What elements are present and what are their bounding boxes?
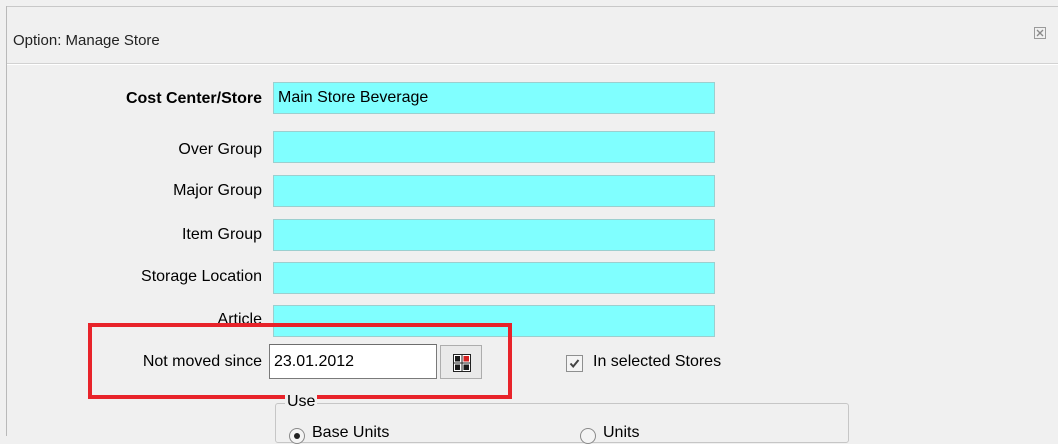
title-separator-highlight <box>7 64 1058 65</box>
units-radio[interactable] <box>580 428 596 444</box>
storage-location-label: Storage Location <box>141 268 262 285</box>
in-selected-stores-label[interactable]: In selected Stores <box>593 353 721 371</box>
storage-location-field[interactable] <box>273 262 715 294</box>
item-group-label: Item Group <box>181 226 262 243</box>
checkmark-icon <box>569 359 580 369</box>
dialog-title: Option: Manage Store <box>13 32 160 49</box>
radio-selected-dot <box>294 433 300 439</box>
cost-center-field[interactable]: Main Store Beverage <box>273 82 715 114</box>
manage-store-dialog: Option: Manage Store Cost Center/Store M… <box>0 0 1058 444</box>
dialog-top-border <box>6 6 1058 7</box>
over-group-label: Over Group <box>178 141 262 158</box>
close-icon[interactable] <box>1033 26 1047 40</box>
base-units-radio[interactable] <box>289 428 305 444</box>
base-units-label[interactable]: Base Units <box>312 424 389 442</box>
over-group-field[interactable] <box>273 131 715 163</box>
units-label[interactable]: Units <box>603 424 639 442</box>
item-group-field[interactable] <box>273 219 715 251</box>
cost-center-label: Cost Center/Store <box>125 90 262 107</box>
highlight-annotation-box <box>88 323 512 399</box>
in-selected-stores-checkbox[interactable] <box>566 355 583 372</box>
major-group-label: Major Group <box>173 182 262 199</box>
use-group-label: Use <box>285 393 318 411</box>
major-group-field[interactable] <box>273 175 715 207</box>
dialog-left-border <box>6 6 7 436</box>
